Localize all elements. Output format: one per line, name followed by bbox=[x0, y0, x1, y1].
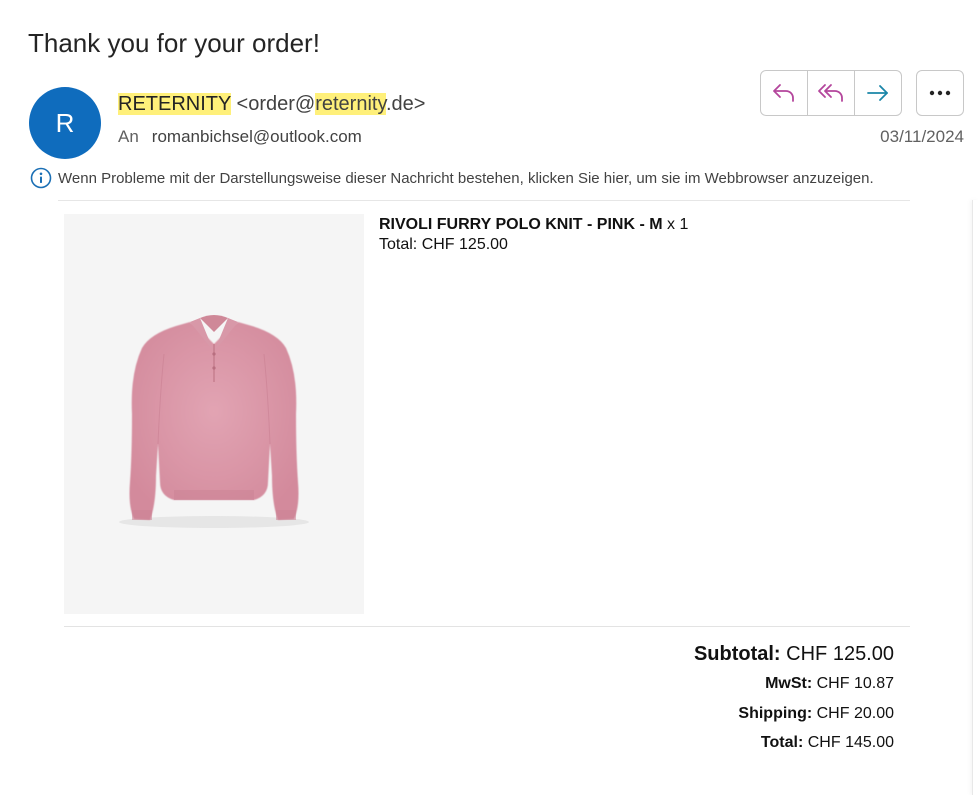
reply-button[interactable] bbox=[761, 71, 808, 115]
product-title: RIVOLI FURRY POLO KNIT - PINK - M bbox=[379, 216, 663, 233]
subtotal-label: Subtotal: bbox=[693, 643, 781, 665]
reply-icon bbox=[773, 84, 794, 102]
sender-email-suffix: .de> bbox=[385, 93, 426, 115]
email-subject: Thank you for your order! bbox=[28, 28, 320, 58]
totals-divider bbox=[64, 626, 910, 627]
info-icon bbox=[30, 167, 52, 189]
email-date: 03/11/2024 bbox=[880, 127, 964, 146]
product-name: RIVOLI FURRY POLO KNIT - PINK - M x 1 bbox=[379, 216, 688, 234]
forward-button[interactable] bbox=[855, 71, 901, 115]
sender-email-prefix: <order@ bbox=[236, 93, 316, 115]
mwst-label: MwSt: bbox=[765, 675, 813, 692]
more-options-button[interactable] bbox=[916, 70, 964, 116]
total-label: Total: bbox=[760, 734, 804, 751]
mwst-value: CHF 10.87 bbox=[816, 675, 894, 692]
header-divider bbox=[58, 200, 910, 201]
message-actions-group bbox=[760, 70, 902, 116]
mwst-row: MwSt: CHF 10.87 bbox=[694, 674, 894, 694]
pink-polo-knit-sweater-image bbox=[119, 315, 309, 528]
total-row: Total: CHF 145.00 bbox=[694, 733, 894, 753]
shipping-row: Shipping: CHF 20.00 bbox=[694, 704, 894, 724]
sender-avatar[interactable]: R bbox=[29, 87, 101, 159]
subtotal-value: CHF 125.00 bbox=[786, 643, 894, 665]
product-quantity: x 1 bbox=[667, 216, 689, 233]
scroll-edge bbox=[972, 200, 978, 795]
avatar-letter: R bbox=[55, 107, 75, 138]
info-banner[interactable]: Wenn Probleme mit der Darstellungsweise … bbox=[30, 167, 874, 189]
sender-name: RETERNITY bbox=[118, 93, 231, 115]
order-totals: Subtotal: CHF 125.00 MwSt: CHF 10.87 Shi… bbox=[694, 641, 894, 763]
shipping-label: Shipping: bbox=[738, 704, 813, 722]
forward-icon bbox=[867, 85, 888, 101]
sender-line[interactable]: RETERNITY <order@reternity.de> bbox=[118, 93, 425, 116]
shipping-value: CHF 20.00 bbox=[816, 704, 894, 722]
sender-email-domain: reternity bbox=[315, 93, 386, 115]
more-options-icon bbox=[929, 90, 951, 96]
info-banner-text: Wenn Probleme mit der Darstellungsweise … bbox=[58, 169, 874, 187]
subtotal-row: Subtotal: CHF 125.00 bbox=[694, 641, 894, 667]
product-total: Total: CHF 125.00 bbox=[379, 236, 508, 253]
reply-all-button[interactable] bbox=[808, 71, 855, 115]
reply-all-icon bbox=[818, 84, 843, 102]
recipient-address[interactable]: romanbichsel@outlook.com bbox=[152, 127, 362, 146]
product-image[interactable] bbox=[64, 214, 364, 614]
sender-email: <order@reternity.de> bbox=[236, 93, 426, 115]
total-value: CHF 145.00 bbox=[807, 734, 894, 751]
recipient-label: An bbox=[118, 127, 139, 146]
recipient-line: An romanbichsel@outlook.com bbox=[118, 127, 362, 147]
